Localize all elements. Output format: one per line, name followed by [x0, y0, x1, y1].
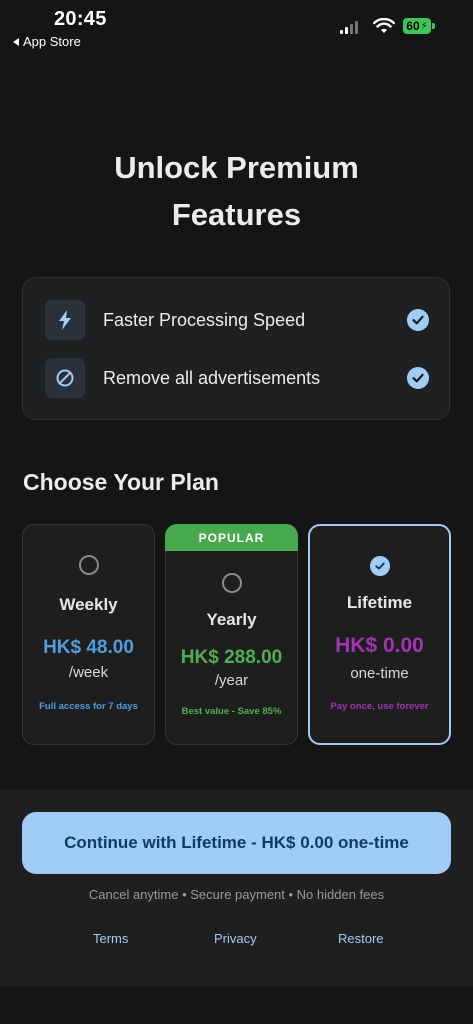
- privacy-link[interactable]: Privacy: [214, 931, 257, 946]
- plan-period: one-time: [350, 665, 409, 682]
- back-app-label: App Store: [23, 34, 81, 49]
- plan-period: /year: [214, 672, 249, 689]
- plan-price: HK$ 48.00: [43, 637, 134, 658]
- plan-section-heading: Choose Your Plan: [23, 469, 219, 495]
- title-line-1: Unlock Premium: [114, 150, 359, 185]
- battery-level: 60: [406, 19, 420, 33]
- popular-badge: POPULAR: [165, 524, 298, 551]
- back-to-app-store-link[interactable]: App Store: [13, 34, 81, 49]
- restore-link[interactable]: Restore: [338, 931, 384, 946]
- radio-unselected-icon[interactable]: [221, 573, 242, 593]
- plan-name: Yearly: [206, 610, 257, 629]
- plan-card-weekly[interactable]: Weekly HK$ 48.00 /week Full access for 7…: [22, 524, 155, 745]
- status-bar: 20:45 App Store 60 ⚡: [0, 0, 473, 56]
- plan-name: Weekly: [59, 595, 118, 614]
- feature-row-speed: Faster Processing Speed: [45, 300, 429, 340]
- check-circle-icon: [407, 309, 429, 331]
- plan-price: HK$ 0.00: [335, 634, 424, 657]
- plan-name: Lifetime: [346, 593, 413, 612]
- plan-note: Full access for 7 days: [39, 701, 138, 712]
- bottom-action-panel: Continue with Lifetime - HK$ 0.00 one-ti…: [0, 789, 473, 987]
- continue-button[interactable]: Continue with Lifetime - HK$ 0.00 one-ti…: [22, 812, 451, 874]
- charging-icon: ⚡: [420, 20, 428, 32]
- feature-label: Faster Processing Speed: [103, 309, 306, 330]
- no-ads-icon: [45, 358, 85, 398]
- lightning-icon: [45, 300, 85, 340]
- wifi-icon: [373, 18, 395, 33]
- radio-selected-check-icon[interactable]: [369, 556, 390, 576]
- battery-tip: [432, 23, 435, 29]
- battery-indicator: 60 ⚡: [403, 18, 431, 34]
- radio-unselected-icon[interactable]: [78, 555, 99, 575]
- feature-row-no-ads: Remove all advertisements: [45, 358, 429, 398]
- page-title: Unlock Premium Features: [0, 144, 473, 238]
- back-arrow-icon: [13, 37, 19, 46]
- plan-price: HK$ 288.00: [180, 647, 283, 668]
- cellular-signal-icon: [340, 20, 358, 34]
- assurance-text: Cancel anytime • Secure payment • No hid…: [88, 887, 385, 902]
- features-card: Faster Processing Speed Remove all adver…: [22, 277, 450, 420]
- plan-note: Pay once, use forever: [330, 701, 429, 712]
- plan-note: Best value - Save 85%: [181, 706, 282, 717]
- plan-card-lifetime[interactable]: Lifetime HK$ 0.00 one-time Pay once, use…: [308, 524, 451, 745]
- status-time: 20:45: [54, 8, 107, 30]
- plan-period: /week: [68, 664, 109, 681]
- terms-link[interactable]: Terms: [93, 931, 128, 946]
- feature-label: Remove all advertisements: [103, 367, 321, 388]
- title-line-2: Features: [171, 197, 302, 232]
- check-circle-icon: [407, 367, 429, 389]
- plan-card-yearly[interactable]: POPULAR Yearly HK$ 288.00 /year Best val…: [165, 524, 298, 745]
